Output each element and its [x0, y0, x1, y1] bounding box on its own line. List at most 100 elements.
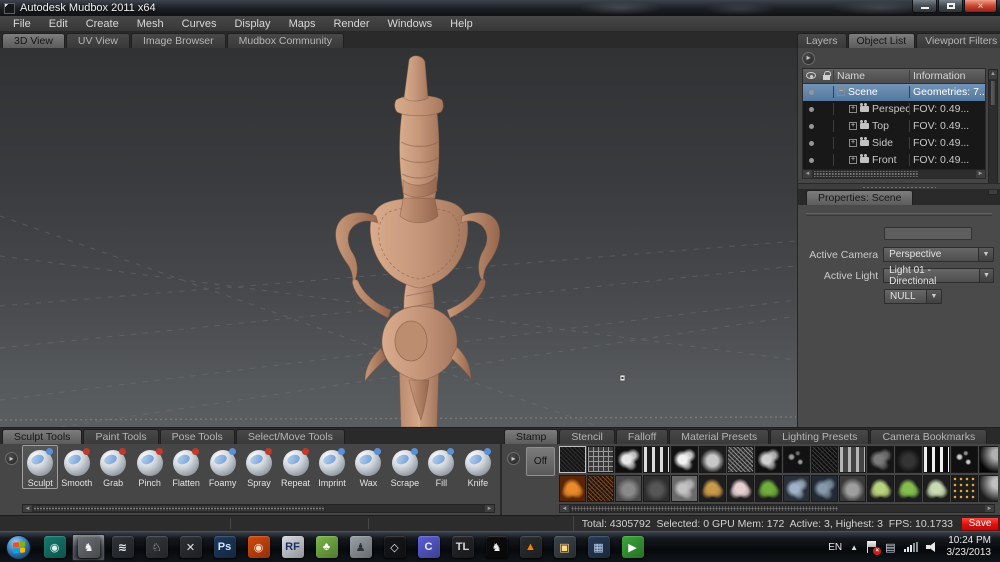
scroll-right-icon[interactable]: ► [985, 505, 994, 512]
stamp-thumb[interactable] [671, 446, 698, 473]
language-indicator[interactable]: EN [828, 542, 842, 553]
tab-layers[interactable]: Layers [797, 33, 847, 48]
stamp-thumb[interactable] [895, 446, 922, 473]
menu-item-mesh[interactable]: Mesh [128, 18, 173, 30]
menu-item-maps[interactable]: Maps [280, 18, 325, 30]
viewport-canvas[interactable] [0, 48, 796, 427]
tree-expand-icon[interactable]: + [849, 139, 857, 147]
stamp-thumb[interactable] [727, 446, 754, 473]
network-signal-icon[interactable] [904, 542, 918, 552]
tray-expand-icon[interactable]: ▲ [850, 543, 858, 552]
menu-item-curves[interactable]: Curves [173, 18, 226, 30]
media-player-icon[interactable]: ▶ [616, 534, 649, 561]
tab-mudbox-community[interactable]: Mudbox Community [227, 33, 344, 48]
stamp-thumb[interactable] [867, 475, 894, 502]
panel-splitter[interactable] [798, 183, 1000, 190]
tab-select-move-tools[interactable]: Select/Move Tools [236, 429, 345, 444]
stamp-thumb[interactable] [587, 446, 614, 473]
object-row-top[interactable]: +TopFOV: 0.49... [803, 118, 985, 135]
stamp-thumb[interactable] [615, 446, 642, 473]
stamp-thumb[interactable] [811, 446, 838, 473]
mudbox-icon[interactable]: ♞ [72, 534, 105, 561]
stamp-thumb[interactable] [839, 475, 866, 502]
stamp-thumb[interactable] [923, 446, 950, 473]
tool-repeat[interactable]: Repeat [277, 445, 313, 489]
softimage-icon[interactable]: ✕ [174, 534, 207, 561]
stamp-thumb[interactable] [755, 475, 782, 502]
stamp-thumb[interactable] [951, 446, 978, 473]
stamp-thumb[interactable] [587, 475, 614, 502]
object-row-scene[interactable]: −SceneGeometries: 7... [803, 84, 985, 101]
stamp-thumb[interactable] [559, 446, 586, 473]
tab-object-list[interactable]: Object List [848, 33, 916, 48]
tool-imprint[interactable]: Imprint [314, 445, 350, 489]
tool-grab[interactable]: Grab [95, 445, 131, 489]
tool-knife[interactable]: Knife [460, 445, 496, 489]
visibility-dot-icon[interactable] [809, 124, 814, 129]
poser-icon[interactable]: ♟ [344, 534, 377, 561]
close-button[interactable]: × [964, 0, 997, 13]
tool-fill[interactable]: Fill [423, 445, 459, 489]
stamp-thumb[interactable] [867, 446, 894, 473]
stamp-thumb[interactable] [671, 475, 698, 502]
stamp-tray-expand-button[interactable]: ▸ [507, 452, 520, 465]
tool-wax[interactable]: Wax [350, 445, 386, 489]
tab-pose-tools[interactable]: Pose Tools [160, 429, 235, 444]
scene-name-field[interactable] [884, 227, 972, 240]
menu-item-help[interactable]: Help [441, 18, 482, 30]
tool-tray-scrollbar[interactable]: ◄ ► [22, 504, 495, 513]
tab-paint-tools[interactable]: Paint Tools [83, 429, 158, 444]
stamp-thumb[interactable] [755, 446, 782, 473]
tree-expand-icon[interactable]: − [837, 88, 845, 96]
tab-material-presets[interactable]: Material Presets [669, 429, 769, 444]
visibility-dot-icon[interactable] [809, 107, 814, 112]
tab-image-browser[interactable]: Image Browser [131, 33, 226, 48]
crazybump-icon[interactable]: C [412, 534, 445, 561]
tab-viewport-filters[interactable]: Viewport Filters [916, 33, 1000, 48]
stamp-thumb[interactable] [839, 446, 866, 473]
stamp-thumb[interactable] [783, 446, 810, 473]
scroll-right-icon[interactable]: ► [485, 505, 494, 512]
tool-pinch[interactable]: Pinch [131, 445, 167, 489]
sword-model[interactable] [336, 56, 500, 427]
tool-foamy[interactable]: Foamy [204, 445, 240, 489]
stamp-thumb[interactable] [783, 475, 810, 502]
tab-3d-view[interactable]: 3D View [2, 33, 65, 48]
tab-properties-scene[interactable]: Properties: Scene [806, 190, 913, 205]
realflow-icon[interactable]: RF [276, 534, 309, 561]
minimize-button[interactable] [912, 0, 937, 13]
chevron-down-icon[interactable]: ▼ [926, 290, 941, 303]
tool-tray-expand-button[interactable]: ▸ [5, 452, 18, 465]
column-name[interactable]: Name [833, 70, 909, 82]
visibility-dot-icon[interactable] [809, 141, 814, 146]
object-row-front[interactable]: +FrontFOV: 0.49... [803, 152, 985, 169]
unity-icon[interactable]: ◇ [378, 534, 411, 561]
null-dropdown[interactable]: NULL▼ [884, 289, 942, 304]
stamp-thumb[interactable] [615, 475, 642, 502]
tab-falloff[interactable]: Falloff [616, 429, 668, 444]
tray-app-icon[interactable]: ▤ [885, 541, 895, 554]
tab-camera-bookmarks[interactable]: Camera Bookmarks [870, 429, 987, 444]
vlc-icon[interactable]: ▲ [514, 534, 547, 561]
stamp-tray-scrollbar[interactable]: ◄ ► [559, 504, 995, 513]
tree-expand-icon[interactable]: + [849, 105, 857, 113]
object-row-perspecti[interactable]: +Perspecti...FOV: 0.49... [803, 101, 985, 118]
tab-lighting-presets[interactable]: Lighting Presets [770, 429, 869, 444]
object-list-vscrollbar[interactable]: ▲ ▼ [988, 69, 998, 195]
column-information[interactable]: Information [909, 70, 985, 82]
tree-expand-icon[interactable]: + [849, 156, 857, 164]
stamp-thumb[interactable] [727, 475, 754, 502]
save-button[interactable]: Save [961, 517, 999, 531]
scroll-left-icon[interactable]: ◄ [23, 505, 32, 512]
tool-scrape[interactable]: Scrape [387, 445, 423, 489]
stamp-thumb[interactable] [895, 475, 922, 502]
seahorse-app-icon[interactable]: ♘ [140, 534, 173, 561]
explorer-icon[interactable]: ▣ [548, 534, 581, 561]
stamp-thumb[interactable] [951, 475, 978, 502]
visibility-dot-icon[interactable] [809, 158, 814, 163]
menu-item-edit[interactable]: Edit [40, 18, 77, 30]
action-center-flag-icon[interactable]: × [866, 541, 877, 553]
object-row-side[interactable]: +SideFOV: 0.49... [803, 135, 985, 152]
volume-icon[interactable] [926, 542, 939, 553]
stamp-thumb[interactable] [979, 475, 998, 502]
